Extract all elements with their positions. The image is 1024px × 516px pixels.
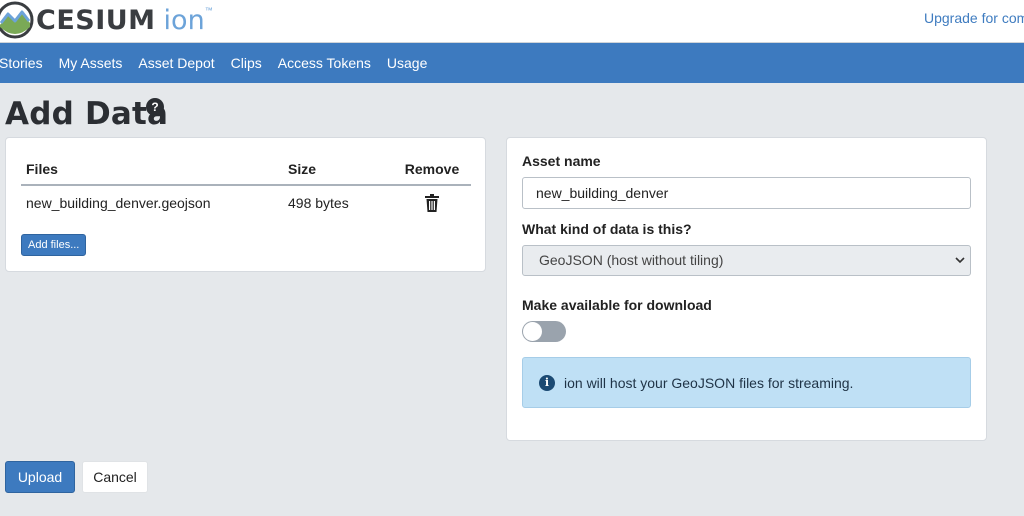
logo-ion-text: ion xyxy=(163,4,205,36)
download-label: Make available for download xyxy=(522,297,712,313)
table-row: new_building_denver.geojson 498 bytes xyxy=(21,186,471,220)
download-toggle[interactable] xyxy=(522,321,566,342)
upgrade-link[interactable]: Upgrade for com xyxy=(924,10,1024,26)
cancel-button[interactable]: Cancel xyxy=(82,461,148,493)
upload-button[interactable]: Upload xyxy=(5,461,75,493)
files-table: Files Size Remove new_building_denver.ge… xyxy=(21,154,471,220)
asset-form-panel: Asset name new_building_denver What kind… xyxy=(506,137,987,441)
page-title: Add Data xyxy=(5,96,169,132)
nav-item-clips[interactable]: Clips xyxy=(231,55,262,71)
add-files-button[interactable]: Add files... xyxy=(21,234,87,256)
nav-item-stories[interactable]: Stories xyxy=(0,55,43,71)
data-kind-select[interactable]: GeoJSON (host without tiling) xyxy=(522,245,971,276)
info-alert: i ion will host your GeoJSON files for s… xyxy=(522,357,971,408)
cesium-ion-logo[interactable]: CESIUM ion ™ xyxy=(0,0,213,40)
main-nav: Stories My Assets Asset Depot Clips Acce… xyxy=(0,43,1024,83)
nav-item-access-tokens[interactable]: Access Tokens xyxy=(278,55,371,71)
cesium-logo-icon xyxy=(0,1,34,39)
logo-trademark: ™ xyxy=(204,5,213,15)
top-header: CESIUM ion ™ Upgrade for com xyxy=(0,0,1024,43)
chevron-down-icon xyxy=(955,257,965,264)
files-table-header: Files Size Remove xyxy=(21,154,471,186)
nav-item-asset-depot[interactable]: Asset Depot xyxy=(138,55,214,71)
nav-item-usage[interactable]: Usage xyxy=(387,55,427,71)
file-name: new_building_denver.geojson xyxy=(26,195,211,211)
file-size: 498 bytes xyxy=(288,195,349,211)
trash-icon[interactable] xyxy=(424,194,440,212)
nav-item-my-assets[interactable]: My Assets xyxy=(59,55,123,71)
logo-wordmark: CESIUM xyxy=(36,4,156,36)
data-kind-label: What kind of data is this? xyxy=(522,221,692,237)
info-text: ion will host your GeoJSON files for str… xyxy=(564,374,854,391)
asset-name-label: Asset name xyxy=(522,153,601,169)
header-remove: Remove xyxy=(404,161,460,177)
info-icon: i xyxy=(539,374,555,391)
header-files: Files xyxy=(26,161,58,177)
files-panel: Files Size Remove new_building_denver.ge… xyxy=(5,137,486,272)
asset-name-input[interactable]: new_building_denver xyxy=(522,177,971,209)
data-kind-selected-value: GeoJSON (host without tiling) xyxy=(539,252,724,268)
toggle-knob xyxy=(523,322,542,341)
header-size: Size xyxy=(288,161,317,177)
help-icon[interactable]: ? xyxy=(146,98,164,116)
remove-file-button[interactable] xyxy=(393,194,471,212)
